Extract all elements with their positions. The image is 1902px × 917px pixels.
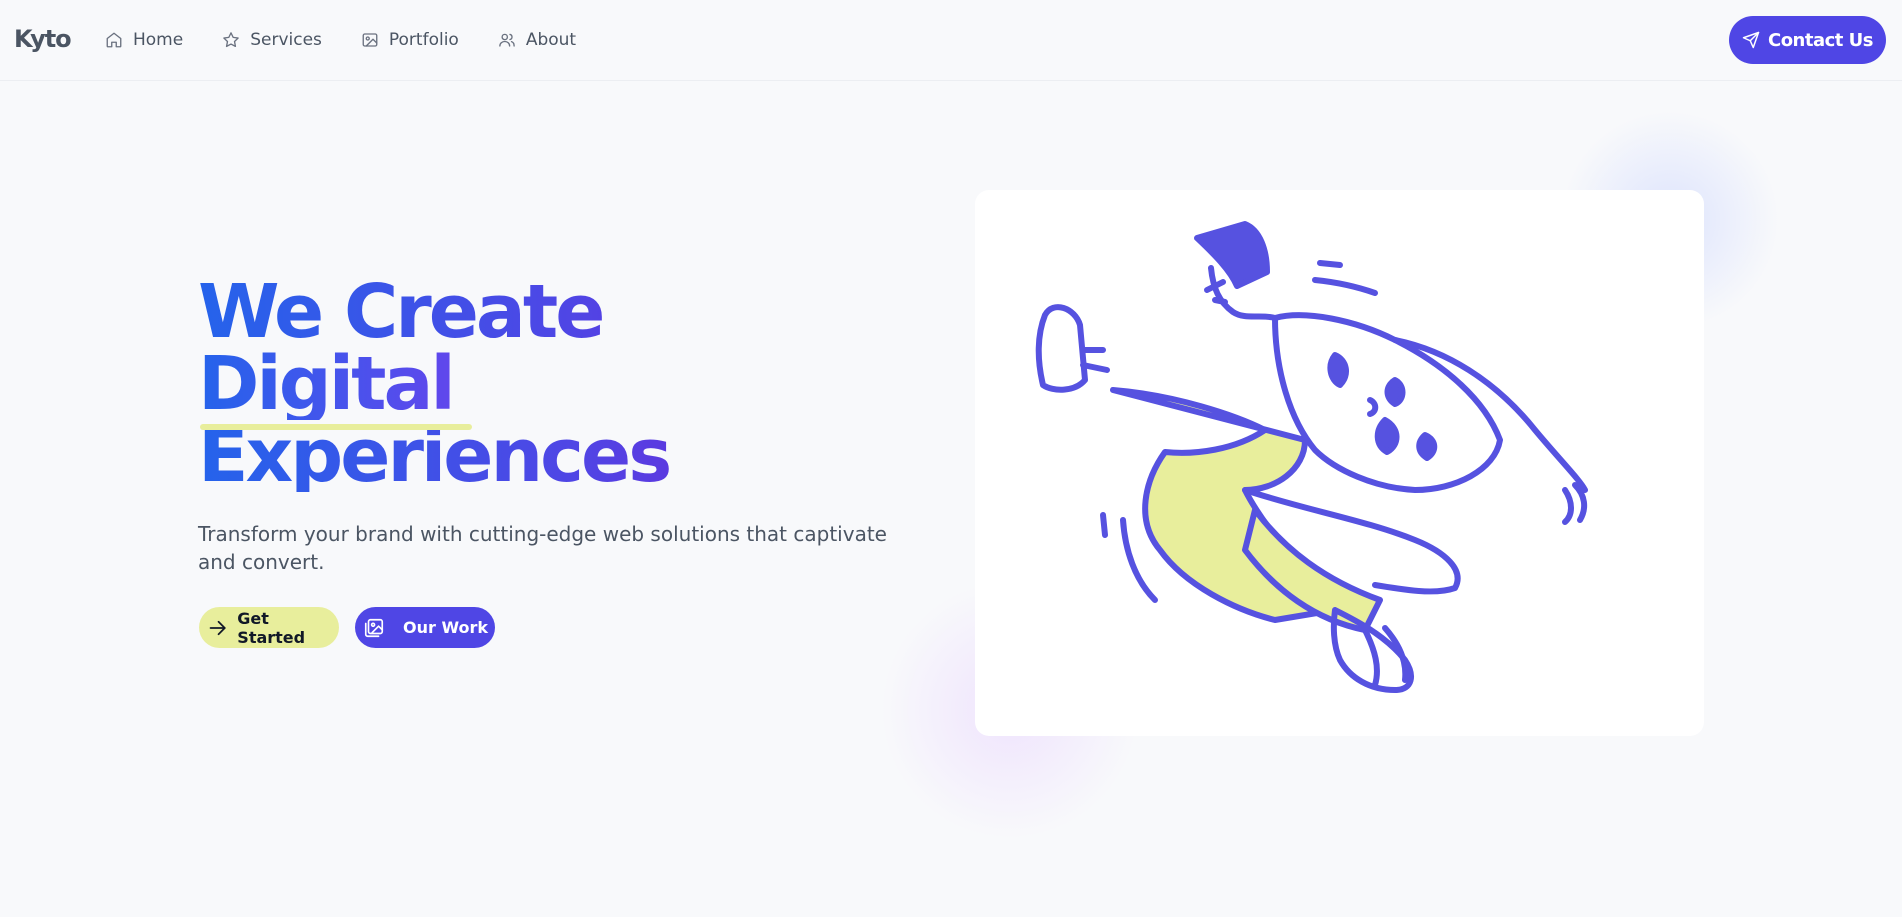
nav-item-about[interactable]: About — [498, 28, 576, 52]
our-work-button[interactable]: Our Work — [355, 607, 495, 648]
arrow-right-icon — [209, 620, 226, 635]
highlight-underline — [200, 424, 472, 430]
hero-subtitle: Transform your brand with cutting-edge w… — [198, 522, 887, 574]
hero-title: We Create Digital Experiences — [198, 275, 818, 493]
top-navbar: Kyto Home Services Portfolio About Conta… — [0, 0, 1902, 81]
contact-us-button[interactable]: Contact Us — [1729, 16, 1886, 64]
nav-item-home[interactable]: Home — [105, 28, 183, 52]
hero-title-highlight: Digital — [198, 347, 818, 421]
get-started-label: Get Started — [237, 608, 306, 647]
image-icon — [362, 33, 378, 47]
brand-logo[interactable]: Kyto — [14, 25, 72, 53]
contact-us-label: Contact Us — [1767, 29, 1874, 51]
nav-item-services[interactable]: Services — [222, 28, 322, 52]
nav-item-label: Services — [250, 30, 322, 50]
jumping-person-illustration — [1035, 221, 1588, 693]
nav-links: Home Services Portfolio About — [105, 28, 615, 52]
hero-title-line: Experiences — [198, 419, 818, 493]
gallery-icon — [364, 618, 384, 637]
get-started-button[interactable]: Get Started — [199, 607, 339, 648]
hero-illustration-card — [975, 190, 1704, 736]
nav-item-label: Home — [133, 30, 184, 50]
nav-item-label: About — [525, 30, 577, 50]
home-icon — [106, 32, 122, 48]
nav-item-label: Portfolio — [388, 30, 459, 50]
star-icon — [223, 32, 240, 48]
nav-item-portfolio[interactable]: Portfolio — [361, 28, 459, 52]
hero-title-line: We Create — [198, 275, 818, 349]
our-work-label: Our Work — [403, 618, 489, 637]
send-icon — [1742, 31, 1760, 49]
users-icon — [499, 33, 515, 47]
